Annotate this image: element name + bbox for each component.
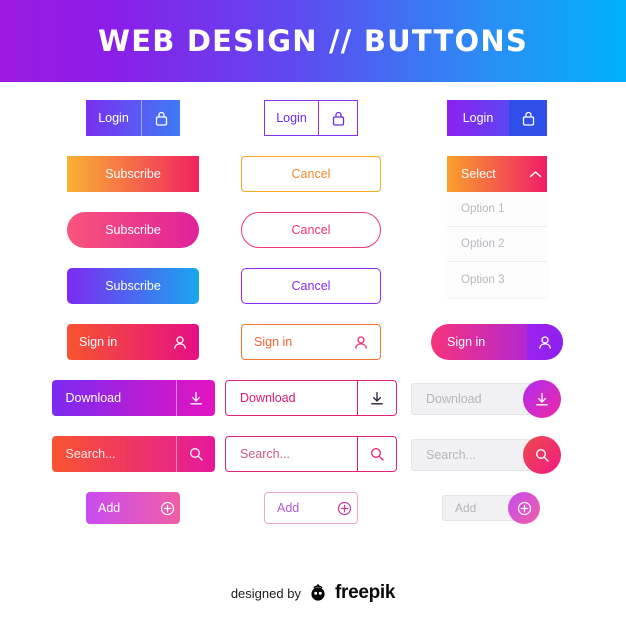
search-button-outline[interactable]: Search... [225, 436, 397, 472]
row-add: Add [38, 492, 228, 548]
cancel-button-pink[interactable]: Cancel [241, 212, 381, 248]
search-icon [175, 436, 215, 472]
lock-icon [318, 101, 357, 135]
row-search-disabled: Search... [402, 436, 592, 492]
add-button-outline[interactable]: Add [264, 492, 358, 524]
cancel-orange-label: Cancel [291, 167, 331, 181]
select-options-list: Option 1 Option 2 Option 3 [447, 192, 547, 297]
subscribe-button-orange[interactable]: Subscribe [67, 156, 199, 192]
signin-button-label: Sign in [79, 335, 118, 349]
login-button-label: Login [98, 111, 129, 125]
search-field-placeholder[interactable]: Search... [66, 447, 176, 461]
cancel-button-orange[interactable]: Cancel [241, 156, 381, 192]
freepik-robot-icon [308, 583, 328, 603]
user-icon [342, 325, 380, 359]
header-banner: WEB DESIGN // BUTTONS [0, 0, 626, 82]
download-icon [175, 380, 215, 416]
row-download-disabled: Download [402, 380, 592, 436]
signin-button-rounded[interactable]: Sign in [431, 324, 563, 360]
row-login-dark-icon: Login [402, 100, 592, 156]
user-icon [527, 324, 563, 360]
subscribe-violet-label: Subscribe [105, 279, 161, 293]
row-login-outline: Login [216, 100, 406, 156]
row-search-outline: Search... [216, 436, 406, 492]
row-subscribe-orange: Subscribe [38, 156, 228, 212]
download-button-label: Download [65, 391, 122, 405]
add-outline-label: Add [277, 501, 300, 515]
add-button-label: Add [98, 501, 121, 515]
signin-button-filled[interactable]: Sign in [67, 324, 199, 360]
column-outline: Login Cancel Cancel Cancel Sign in Downl… [216, 100, 406, 548]
row-download: Download [38, 380, 228, 436]
lock-icon [509, 100, 547, 136]
cancel-violet-label: Cancel [291, 279, 331, 293]
add-disabled-group[interactable]: Add [442, 492, 552, 524]
download-outline-label: Download [240, 391, 296, 405]
search-button-filled[interactable]: Search... [51, 436, 215, 472]
login-button-outline[interactable]: Login [264, 100, 358, 136]
download-icon[interactable] [523, 380, 561, 418]
plus-circle-icon[interactable] [508, 492, 540, 524]
cancel-pink-label: Cancel [291, 223, 331, 237]
row-login: Login [38, 100, 228, 156]
select-option-2[interactable]: Option 2 [447, 227, 547, 262]
download-disabled-group[interactable]: Download [411, 380, 583, 418]
row-subscribe-pink: Subscribe [38, 212, 228, 268]
footer-credit: designed by freepik [0, 578, 626, 608]
download-icon [357, 381, 396, 415]
freepik-wordmark: freepik [334, 582, 396, 603]
select-option-3[interactable]: Option 3 [447, 262, 547, 297]
signin-rounded-label: Sign in [447, 335, 486, 349]
row-signin-rounded: Sign in [402, 324, 592, 380]
plus-circle-icon [154, 492, 180, 524]
signin-button-outline[interactable]: Sign in [241, 324, 381, 360]
column-filled-gradient: Login Subscribe Subscribe Subscribe Sign… [38, 100, 228, 548]
user-icon [161, 324, 199, 360]
download-button-filled[interactable]: Download [51, 380, 215, 416]
page-title: WEB DESIGN // BUTTONS [98, 24, 528, 58]
search-icon[interactable] [523, 436, 561, 474]
row-subscribe-violet: Subscribe [38, 268, 228, 324]
plus-circle-icon [331, 493, 357, 523]
row-cancel-orange: Cancel [216, 156, 406, 212]
row-signin-outline: Sign in [216, 324, 406, 380]
search-icon [357, 437, 396, 471]
select-button-label: Select [461, 167, 496, 181]
row-add-disabled: Add [402, 492, 592, 548]
row-signin: Sign in [38, 324, 228, 380]
subscribe-button-violet[interactable]: Subscribe [67, 268, 199, 304]
signin-outline-label: Sign in [254, 335, 293, 349]
designed-by-label: designed by [230, 585, 301, 601]
select-dropdown-group: Select Option 1 Option 2 Option 3 [402, 156, 592, 324]
row-add-outline: Add [216, 492, 406, 548]
row-download-outline: Download [216, 380, 406, 436]
chevron-up-icon[interactable] [523, 156, 547, 192]
login-outline-label: Login [276, 111, 307, 125]
login-button-filled[interactable]: Login [86, 100, 180, 136]
cancel-button-violet[interactable]: Cancel [241, 268, 381, 304]
row-search: Search... [38, 436, 228, 492]
download-button-outline[interactable]: Download [225, 380, 397, 416]
select-button[interactable]: Select [447, 156, 547, 192]
login-dark-label: Login [462, 111, 494, 125]
row-cancel-pink: Cancel [216, 212, 406, 268]
login-button-dark-icon[interactable]: Login [447, 100, 547, 136]
subscribe-pink-label: Subscribe [105, 223, 161, 237]
lock-icon [141, 100, 180, 136]
row-cancel-violet: Cancel [216, 268, 406, 324]
select-option-1[interactable]: Option 1 [447, 192, 547, 227]
poster-root: WEB DESIGN // BUTTONS Login Subscribe Su… [0, 0, 626, 626]
column-mixed: Login Select Option 1 Option 2 Option 3 [402, 100, 592, 548]
search-outline-placeholder[interactable]: Search... [240, 447, 357, 461]
subscribe-button-pink[interactable]: Subscribe [67, 212, 199, 248]
search-disabled-group[interactable]: Search... [411, 436, 583, 474]
add-button-filled[interactable]: Add [86, 492, 180, 524]
subscribe-orange-label: Subscribe [105, 167, 161, 181]
